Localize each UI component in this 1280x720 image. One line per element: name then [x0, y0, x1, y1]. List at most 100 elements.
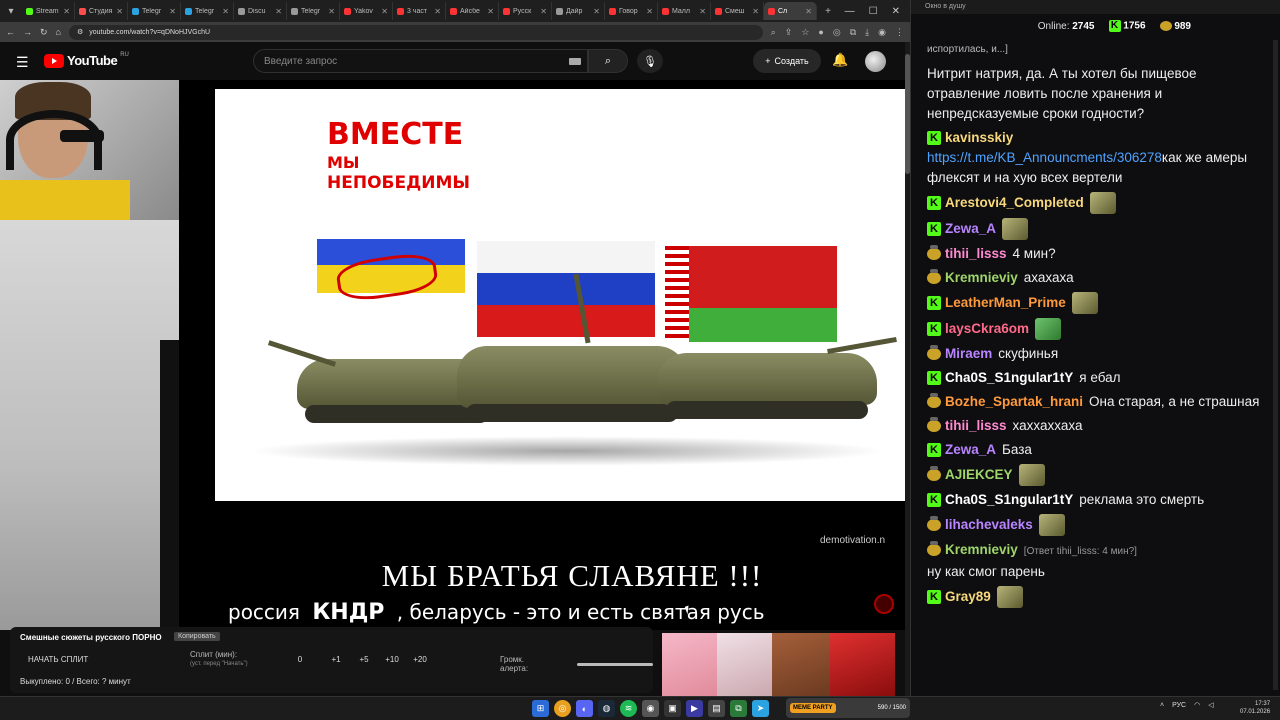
copy-button[interactable]: Копировать	[174, 632, 220, 641]
browser-tab[interactable]: Говор ✕	[605, 2, 658, 20]
chat-username[interactable]: Zewa_A	[945, 442, 996, 457]
chat-username[interactable]: Zewa_A	[945, 221, 996, 236]
tab-close-icon[interactable]: ✕	[328, 7, 335, 16]
tab-close-icon[interactable]: ✕	[434, 7, 441, 16]
volume-icon[interactable]: ◁	[1208, 701, 1213, 709]
browser-tab[interactable]: Discu ✕	[234, 2, 287, 20]
tab-close-icon[interactable]: ✕	[805, 7, 812, 16]
obs-icon[interactable]: ◉	[642, 700, 659, 717]
browser-tab[interactable]: Telegr ✕	[128, 2, 181, 20]
tab-close-icon[interactable]: ✕	[593, 7, 600, 16]
forward-icon[interactable]: →	[23, 27, 32, 37]
app-icon[interactable]: ⧉	[730, 700, 747, 717]
home-icon[interactable]: ⌂	[56, 27, 61, 37]
extension-icon[interactable]: ◎	[833, 27, 841, 38]
wifi-icon[interactable]: ◠	[1194, 701, 1200, 709]
browser-tab[interactable]: 3 част ✕	[393, 2, 446, 20]
address-bar[interactable]: ⚙ youtube.com/watch?v=qDNoHJVGchU	[68, 24, 763, 40]
app-icon[interactable]: ▣	[664, 700, 681, 717]
back-icon[interactable]: ←	[6, 27, 15, 37]
chat-username[interactable]: Cha0S_S1ngular1tY	[945, 370, 1073, 385]
chrome-icon[interactable]: ◎	[554, 700, 571, 717]
bookmark-star-icon[interactable]: ☆	[801, 27, 809, 38]
start-split-button[interactable]: НАЧАТЬ СПЛИТ	[28, 655, 88, 664]
volume-slider[interactable]	[576, 662, 653, 666]
notifications-bell-icon[interactable]: 🔔	[832, 52, 848, 68]
maximize-icon[interactable]: ☐	[869, 6, 878, 17]
browser-tab[interactable]: Дайр ✕	[552, 2, 605, 20]
browser-tab[interactable]: Telegr ✕	[287, 2, 340, 20]
browser-tab[interactable]: Yakov ✕	[340, 2, 393, 20]
chat-username[interactable]: tihii_lisss	[945, 246, 1007, 261]
chat-username[interactable]: tihii_lisss	[945, 418, 1007, 433]
browser-tab[interactable]: Студия ✕	[75, 2, 128, 20]
chat-username[interactable]: Miraem	[945, 346, 992, 361]
app-icon[interactable]: ▤	[708, 700, 725, 717]
increment-button[interactable]: +10	[378, 655, 406, 664]
chat-scrollbar[interactable]	[1273, 40, 1278, 690]
chat-username[interactable]: kavinsskiy	[945, 130, 1013, 145]
tab-close-icon[interactable]: ✕	[646, 7, 653, 16]
keyboard-icon[interactable]	[569, 58, 581, 65]
tab-close-icon[interactable]: ✕	[63, 7, 70, 16]
telegram-icon[interactable]: ➤	[752, 700, 769, 717]
tab-close-icon[interactable]: ✕	[116, 7, 123, 16]
tab-close-icon[interactable]: ✕	[222, 7, 229, 16]
meme-party-widget[interactable]: MEME PARTY 590 / 1500	[786, 698, 910, 718]
extensions-puzzle-icon[interactable]: ⧉	[850, 27, 856, 38]
chat-username[interactable]: lihachevaleks	[945, 517, 1033, 532]
tab-close-icon[interactable]: ✕	[275, 7, 282, 16]
browser-tab[interactable]: Stream ✕	[22, 2, 75, 20]
browser-tab[interactable]: Малл ✕	[658, 2, 711, 20]
split-value[interactable]: 0	[286, 655, 314, 664]
chat-username[interactable]: Kremnieviy	[945, 542, 1018, 557]
chat-username[interactable]: Gray89	[945, 589, 991, 604]
tab-close-icon[interactable]: ✕	[699, 7, 706, 16]
start-icon[interactable]: ⊞	[532, 700, 549, 717]
tab-close-icon[interactable]: ✕	[381, 7, 388, 16]
increment-button[interactable]: +5	[350, 655, 378, 664]
tab-close-icon[interactable]: ✕	[540, 7, 547, 16]
discord-icon[interactable]: ◐	[576, 700, 593, 717]
video-player[interactable]: ВМЕСТЕ МЫ НЕПОБЕДИМЫ demotivation.n МЫ Б…	[0, 80, 910, 630]
zoom-icon[interactable]: ⌕	[771, 27, 776, 38]
download-icon[interactable]: ⤓	[865, 27, 869, 38]
share-icon[interactable]: ⇪	[785, 27, 793, 38]
language-indicator[interactable]: РУС	[1172, 702, 1186, 709]
user-avatar[interactable]	[865, 51, 886, 72]
hamburger-menu-icon[interactable]: ☰	[16, 54, 29, 71]
chat-username[interactable]: AJIEKCEY	[945, 467, 1013, 482]
chat-username[interactable]: LeatherMan_Prime	[945, 295, 1066, 310]
increment-button[interactable]: +20	[406, 655, 434, 664]
chevron-up-icon[interactable]: ˄	[1160, 702, 1164, 709]
tab-close-icon[interactable]: ✕	[752, 7, 759, 16]
tab-close-icon[interactable]: ✕	[487, 7, 494, 16]
menu-dots-icon[interactable]: ⋮	[895, 27, 904, 38]
youtube-logo[interactable]: YouTube RU	[44, 52, 129, 68]
minimize-icon[interactable]: —	[845, 6, 855, 17]
browser-tab[interactable]: Айсбе ✕	[446, 2, 499, 20]
increment-button[interactable]: +1	[322, 655, 350, 664]
browser-tab[interactable]: Смеш ✕	[711, 2, 764, 20]
reload-icon[interactable]: ↻	[40, 27, 48, 38]
chat-username[interactable]: Kremnieviy	[945, 270, 1018, 285]
message-link[interactable]: https://t.me/KB_Announcments/306278	[927, 150, 1162, 165]
system-clock[interactable]: 17:37 07.01.2026	[1240, 700, 1270, 716]
tab-search-icon[interactable]: ▾	[0, 0, 22, 22]
create-button[interactable]: + Создать	[753, 49, 821, 73]
steam-icon[interactable]: ◍	[598, 700, 615, 717]
search-input[interactable]: Введите запрос	[253, 49, 588, 73]
tab-close-icon[interactable]: ✕	[169, 7, 176, 16]
voice-search-button[interactable]: 🎙	[637, 49, 663, 73]
browser-tab[interactable]: Русск ✕	[499, 2, 552, 20]
site-info-icon[interactable]: ⚙	[77, 28, 83, 36]
browser-tab[interactable]: Telegr ✕	[181, 2, 234, 20]
chat-username[interactable]: Bozhe_Spartak_hrani	[945, 394, 1083, 409]
player-icon[interactable]: ▶	[686, 700, 703, 717]
spotify-icon[interactable]: ≋	[620, 700, 637, 717]
profile-icon[interactable]: ◉	[878, 27, 886, 38]
new-tab-button[interactable]: +	[817, 0, 839, 22]
chat-username[interactable]: laysCkra6om	[945, 321, 1029, 336]
search-button[interactable]: ⌕	[588, 49, 628, 73]
chat-username[interactable]: Cha0S_S1ngular1tY	[945, 492, 1073, 507]
